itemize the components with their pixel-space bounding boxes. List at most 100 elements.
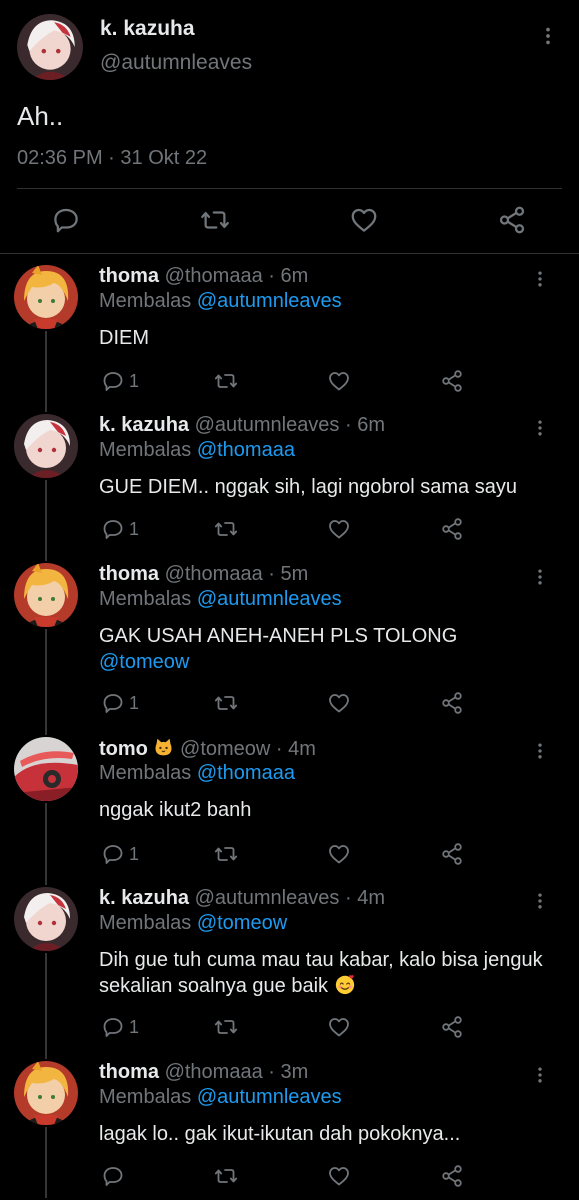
like-icon[interactable] [327, 842, 351, 866]
more-vertical-icon[interactable] [530, 889, 550, 913]
more-vertical-icon[interactable] [530, 1063, 550, 1087]
reply-body: GAK USAH ANEH-ANEH PLS TOLONG @tomeow [99, 623, 559, 675]
replying-to: Membalas @thomaaa [99, 439, 295, 462]
more-vertical-icon[interactable] [530, 739, 550, 763]
reply-body: nggak ikut2 banh [99, 797, 559, 823]
more-vertical-icon[interactable] [530, 416, 550, 440]
reply-tweet[interactable]: thoma @thomaaa · 5m Membalas @autumnleave… [0, 563, 579, 721]
thread-line [45, 480, 47, 561]
mention-link[interactable]: @tomeow [99, 651, 189, 673]
reply-name[interactable]: tomo [99, 738, 148, 760]
like-icon[interactable] [327, 369, 351, 393]
thread-line [45, 331, 47, 412]
retweet-icon[interactable] [214, 369, 238, 393]
share-icon[interactable] [440, 1164, 464, 1188]
more-vertical-icon[interactable] [537, 22, 559, 50]
replying-to-mention[interactable]: @tomeow [197, 912, 287, 934]
share-icon[interactable] [497, 205, 527, 235]
reply-name[interactable]: thoma [99, 563, 159, 585]
avatar[interactable] [14, 414, 78, 478]
share-icon[interactable] [440, 517, 464, 541]
reply-actions [0, 1164, 579, 1192]
avatar[interactable] [14, 265, 78, 329]
separator: · [270, 738, 289, 760]
reply-handle[interactable]: @tomeow [180, 738, 270, 760]
reply-icon[interactable] [101, 369, 125, 393]
like-icon[interactable] [349, 205, 379, 235]
replying-to: Membalas @tomeow [99, 912, 287, 935]
retweet-icon[interactable] [214, 517, 238, 541]
smiling-face-with-hearts-icon [334, 973, 356, 995]
separator: · [262, 1061, 281, 1083]
reply-header: thoma @thomaaa · 6m [99, 265, 308, 288]
share-icon[interactable] [440, 1015, 464, 1039]
retweet-icon[interactable] [214, 842, 238, 866]
reply-tweet[interactable]: k. kazuha @autumnleaves · 6m Membalas @th… [0, 414, 579, 547]
retweet-icon[interactable] [214, 1015, 238, 1039]
avatar[interactable] [14, 563, 78, 627]
separator: · [339, 414, 358, 436]
like-icon[interactable] [327, 1164, 351, 1188]
reply-name[interactable]: thoma [99, 1061, 159, 1083]
avatar[interactable] [14, 887, 78, 951]
main-tweet-date: 31 Okt 22 [120, 147, 208, 169]
replying-to-mention[interactable]: @thomaaa [197, 439, 295, 461]
avatar[interactable] [14, 1061, 78, 1125]
replying-to-mention[interactable]: @autumnleaves [197, 588, 342, 610]
reply-handle[interactable]: @thomaaa [165, 563, 263, 585]
more-vertical-icon[interactable] [530, 267, 550, 291]
reply-icon[interactable] [101, 517, 125, 541]
share-icon[interactable] [440, 369, 464, 393]
replying-to-label: Membalas [99, 588, 197, 610]
more-vertical-icon[interactable] [530, 565, 550, 589]
reply-time: 4m [288, 738, 316, 760]
reply-icon[interactable] [101, 1015, 125, 1039]
avatar-kazuha[interactable] [17, 14, 83, 80]
reply-count: 1 [129, 519, 140, 539]
reply-text: GAK USAH ANEH-ANEH PLS TOLONG [99, 625, 458, 647]
share-icon[interactable] [440, 691, 464, 715]
separator: · [262, 265, 281, 287]
like-icon[interactable] [327, 1015, 351, 1039]
replying-to-mention[interactable]: @thomaaa [197, 762, 295, 784]
reply-handle[interactable]: @autumnleaves [195, 887, 340, 909]
reply-icon[interactable] [101, 691, 125, 715]
reply-actions: 1 [0, 517, 579, 545]
share-icon[interactable] [440, 842, 464, 866]
timestamp-separator: · [102, 147, 121, 169]
replying-to: Membalas @autumnleaves [99, 290, 342, 313]
reply-actions: 1 [0, 691, 579, 719]
reply-icon[interactable] [51, 205, 81, 235]
reply-tweet[interactable]: k. kazuha @autumnleaves · 4m Membalas @to… [0, 887, 579, 1045]
reply-icon[interactable] [101, 842, 125, 866]
reply-name[interactable]: k. kazuha [99, 414, 189, 436]
replying-to-label: Membalas [99, 762, 197, 784]
like-icon[interactable] [327, 517, 351, 541]
reply-icon[interactable] [101, 1164, 125, 1188]
replying-to-label: Membalas [99, 912, 197, 934]
main-tweet-name[interactable]: k. kazuha [100, 17, 195, 41]
reply-name[interactable]: k. kazuha [99, 887, 189, 909]
replying-to: Membalas @autumnleaves [99, 1086, 342, 1109]
retweet-icon[interactable] [200, 205, 230, 235]
replying-to-mention[interactable]: @autumnleaves [197, 1086, 342, 1108]
replying-to-mention[interactable]: @autumnleaves [197, 290, 342, 312]
reply-text: lagak lo.. gak ikut-ikutan dah pokoknya.… [99, 1123, 461, 1145]
thread-line [45, 953, 47, 1059]
reply-tweet[interactable]: thoma @thomaaa · 6m Membalas @autumnleave… [0, 265, 579, 399]
reply-handle[interactable]: @thomaaa [165, 1061, 263, 1083]
retweet-icon[interactable] [214, 691, 238, 715]
reply-time: 6m [357, 414, 386, 436]
reply-time: 4m [357, 887, 386, 909]
reply-time: 3m [280, 1061, 309, 1083]
avatar[interactable] [14, 737, 78, 801]
reply-handle[interactable]: @thomaaa [165, 265, 263, 287]
like-icon[interactable] [327, 691, 351, 715]
reply-tweet[interactable]: thoma @thomaaa · 3m Membalas @autumnleave… [0, 1061, 579, 1194]
reply-name[interactable]: thoma [99, 265, 159, 287]
reply-body: DIEM [99, 325, 559, 351]
retweet-icon[interactable] [214, 1164, 238, 1188]
reply-handle[interactable]: @autumnleaves [195, 414, 340, 436]
main-tweet-handle[interactable]: @autumnleaves [100, 51, 252, 75]
reply-tweet[interactable]: tomo @tomeow · 4m Membalas @thomaaa nggak … [0, 737, 579, 872]
